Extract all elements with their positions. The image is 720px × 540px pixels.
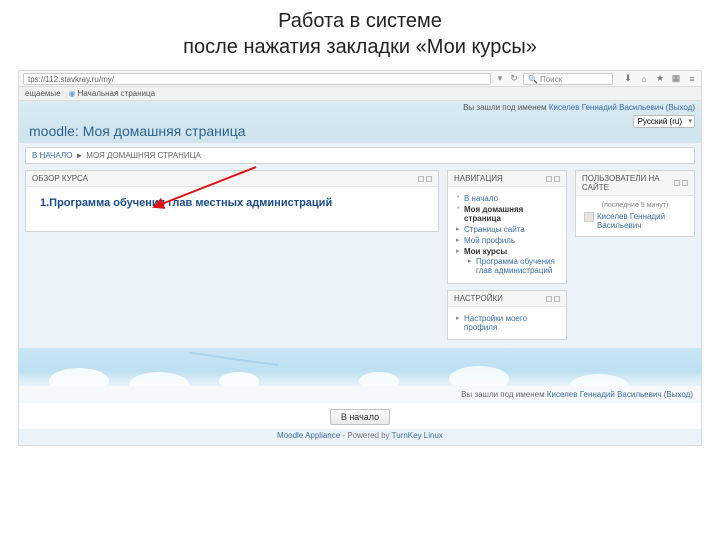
toolbar-icons: ⬇ ⌂ ★ ▦ ≡: [623, 74, 697, 84]
search-field[interactable]: 🔍Поиск: [523, 73, 613, 85]
dropdown-icon[interactable]: ▾: [495, 74, 505, 84]
apps-icon[interactable]: ▦: [671, 74, 681, 84]
online-users-header: ПОЛЬЗОВАТЕЛИ НА САЙТЕ: [576, 171, 694, 196]
login-info-bottom: Вы зашли под именем Киселев Геннадий Вас…: [19, 386, 701, 403]
block-controls[interactable]: [674, 180, 688, 186]
online-users-block: ПОЛЬЗОВАТЕЛИ НА САЙТЕ (последние 5 минут…: [575, 170, 695, 237]
side-column-1: НАВИГАЦИЯ В начало Моя домашняя страница…: [447, 170, 567, 340]
bookmark-icon[interactable]: ★: [655, 74, 665, 84]
block-controls[interactable]: [546, 296, 560, 302]
content-region: ОБЗОР КУРСА 1.Программа обучения глав ме…: [19, 164, 701, 348]
slide-title-line1: Работа в системе: [0, 8, 720, 34]
online-user[interactable]: Киселев Геннадий Васильевич: [584, 212, 686, 230]
search-icon: 🔍: [528, 75, 538, 84]
navigation-body: В начало Моя домашняя страница Страницы …: [448, 187, 566, 283]
globe-icon: ◉: [69, 89, 76, 98]
block-controls[interactable]: [546, 176, 560, 182]
course-overview-block: ОБЗОР КУРСА 1.Программа обучения глав ме…: [25, 170, 439, 232]
breadcrumb-home[interactable]: В НАЧАЛО: [32, 151, 72, 160]
turnkey-link[interactable]: TurnKey Linux: [392, 431, 443, 440]
settings-my-profile[interactable]: Настройки моего профиля: [456, 313, 558, 333]
reload-icon[interactable]: ↻: [509, 74, 519, 84]
nav-course-1[interactable]: Программа обучения глав администраций: [468, 256, 558, 276]
avatar: [584, 212, 594, 222]
download-icon[interactable]: ⬇: [623, 74, 633, 84]
slide-title: Работа в системе после нажатия закладки …: [0, 0, 720, 64]
settings-block: НАСТРОЙКИ Настройки моего профиля: [447, 290, 567, 340]
nav-home[interactable]: В начало: [456, 193, 558, 204]
user-link-footer[interactable]: Киселев Геннадий Васильевич: [547, 390, 662, 399]
logout-link[interactable]: Выход: [668, 103, 692, 112]
online-users-subtitle: (последние 5 минут): [584, 202, 686, 209]
menu-icon[interactable]: ≡: [687, 74, 697, 84]
online-users-body: (последние 5 минут) Киселев Геннадий Вас…: [576, 196, 694, 236]
home-icon[interactable]: ⌂: [639, 74, 649, 84]
course-link[interactable]: 1.Программа обучения глав местных админи…: [40, 197, 332, 209]
footer-button-row: В начало: [19, 403, 701, 429]
nav-my-home[interactable]: Моя домашняя страница: [456, 204, 558, 224]
url-bar: tps://112.stavkray.ru/my/ ▾ ↻ 🔍Поиск ⬇ ⌂…: [19, 71, 701, 87]
user-link[interactable]: Киселев Геннадий Васильевич: [549, 103, 664, 112]
nav-my-courses[interactable]: Мои курсы Программа обучения глав админи…: [456, 246, 558, 277]
powered-by: Moodle Appliance - Powered by TurnKey Li…: [19, 429, 701, 445]
settings-header: НАСТРОЙКИ: [448, 291, 566, 307]
decorative-clouds: [19, 348, 701, 386]
nav-site-pages[interactable]: Страницы сайта: [456, 224, 558, 235]
main-column: ОБЗОР КУРСА 1.Программа обучения глав ме…: [25, 170, 439, 340]
moodle-page: Вы зашли под именем Киселев Геннадий Вас…: [19, 101, 701, 445]
nav-my-profile[interactable]: Мой профиль: [456, 235, 558, 246]
url-field[interactable]: tps://112.stavkray.ru/my/: [23, 73, 491, 85]
site-title: moodle: Моя домашняя страница: [29, 123, 691, 139]
bookmarks-home[interactable]: ◉Начальная страница: [69, 89, 155, 98]
home-button[interactable]: В начало: [330, 409, 390, 425]
breadcrumb: В НАЧАЛО►МОЯ ДОМАШНЯЯ СТРАНИЦА: [25, 147, 695, 164]
slide-title-line2: после нажатия закладки «Мои курсы»: [0, 34, 720, 60]
language-select[interactable]: Русский (ru): [633, 115, 695, 128]
page-header: Вы зашли под именем Киселев Геннадий Вас…: [19, 101, 701, 143]
login-info-top: Вы зашли под именем Киселев Геннадий Вас…: [463, 103, 695, 112]
course-overview-body: 1.Программа обучения глав местных админи…: [26, 187, 438, 231]
block-controls[interactable]: [418, 176, 432, 182]
settings-body: Настройки моего профиля: [448, 307, 566, 339]
navigation-header: НАВИГАЦИЯ: [448, 171, 566, 187]
bookmarks-visited[interactable]: ещаемые: [25, 89, 61, 98]
logout-link-footer[interactable]: Выход: [666, 390, 690, 399]
moodle-appliance-link[interactable]: Moodle Appliance: [277, 431, 340, 440]
navigation-block: НАВИГАЦИЯ В начало Моя домашняя страница…: [447, 170, 567, 284]
side-column-2: ПОЛЬЗОВАТЕЛИ НА САЙТЕ (последние 5 минут…: [575, 170, 695, 340]
course-overview-header: ОБЗОР КУРСА: [26, 171, 438, 187]
browser-frame: tps://112.stavkray.ru/my/ ▾ ↻ 🔍Поиск ⬇ ⌂…: [18, 70, 702, 446]
breadcrumb-current: МОЯ ДОМАШНЯЯ СТРАНИЦА: [86, 151, 201, 160]
bookmarks-bar: ещаемые ◉Начальная страница: [19, 87, 701, 101]
